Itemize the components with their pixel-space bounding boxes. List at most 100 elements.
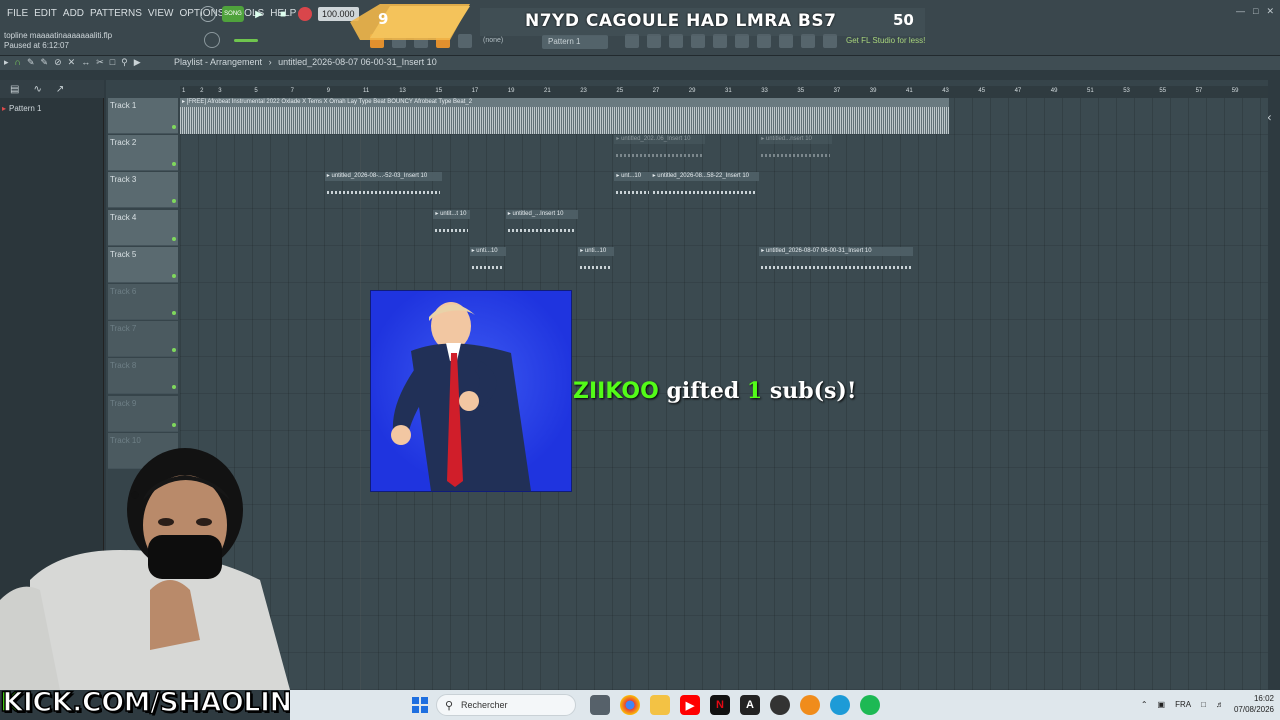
playback-tool-icon[interactable]: ▶	[134, 57, 141, 68]
slice-tool-icon[interactable]: ✂	[96, 57, 104, 68]
track-mute-led-icon[interactable]	[172, 385, 176, 390]
spotify-icon[interactable]	[860, 695, 880, 715]
audio-clip[interactable]: ▸ untitled_2026-08...58-22_Insert 10	[650, 172, 760, 208]
picker-patterns-icon[interactable]: ▤	[10, 84, 19, 95]
file-explorer-icon[interactable]	[650, 695, 670, 715]
track-header[interactable]: Track 5	[108, 246, 178, 283]
minimize-icon[interactable]: —	[1236, 6, 1245, 17]
ruler-bar-number: 43	[942, 88, 949, 94]
slip-tool-icon[interactable]: ↔	[81, 57, 90, 68]
zoom-tool-icon[interactable]: ⚲	[121, 57, 128, 68]
audio-clip[interactable]: ▸ [FREE] Afrobeat Instrumental 2022 Oxla…	[180, 98, 950, 134]
track-header[interactable]: Track 6	[108, 284, 178, 320]
volume-icon[interactable]: ♬	[1216, 700, 1224, 709]
picker-audio-icon[interactable]: ∿	[33, 84, 41, 95]
clock-time: 16:02	[1253, 694, 1274, 703]
fl-studio-icon[interactable]	[800, 695, 820, 715]
track-header[interactable]: Track 8	[108, 358, 178, 395]
menu-view[interactable]: VIEW	[145, 6, 177, 21]
clip-waveform	[759, 256, 913, 283]
tray-app-icon[interactable]: ▣	[1158, 700, 1166, 709]
audio-clip[interactable]: ▸ untitled_2026-08-07 06-00-31_Insert 10	[759, 246, 914, 283]
track-mute-led-icon[interactable]	[172, 422, 176, 427]
track-header[interactable]: Track 9	[108, 395, 178, 432]
language-indicator[interactable]: FRA	[1175, 700, 1191, 709]
netflix-icon[interactable]: N	[710, 695, 730, 715]
ruler-bar-number: 27	[652, 88, 660, 94]
obs-icon[interactable]	[770, 695, 790, 715]
ruler-bar-number: 39	[869, 88, 877, 94]
track-mute-led-icon[interactable]	[172, 162, 176, 167]
master-pitch-knob-icon[interactable]	[204, 32, 220, 48]
mute-tool-icon[interactable]: ✕	[68, 57, 76, 68]
ruler-bar-number: 11	[363, 88, 370, 94]
playlist-breadcrumb[interactable]: untitled_2026-08-07 06-00-31_Insert 10	[278, 57, 437, 67]
track-mute-led-icon[interactable]	[172, 199, 176, 204]
track-header[interactable]: Track 3	[108, 172, 178, 209]
chrome-icon[interactable]	[620, 695, 640, 715]
audio-clip[interactable]: ▸ untitled...nsert 10	[759, 135, 832, 171]
network-icon[interactable]: □	[1201, 700, 1206, 709]
ruler-bar-number: 49	[1050, 88, 1058, 94]
audio-clip[interactable]: ▸ unt...10	[614, 172, 651, 208]
menu-file[interactable]: FILE	[4, 6, 31, 21]
song-mode-button[interactable]: SONG	[222, 6, 244, 22]
track-mute-led-icon[interactable]	[172, 311, 176, 315]
audio-clip[interactable]: ▸ unti...10	[578, 246, 615, 283]
clip-label: ▸ unti...10	[469, 246, 506, 256]
metronome-dial-icon[interactable]	[200, 6, 216, 22]
ruler-bar-number: 3	[218, 88, 222, 94]
task-view-icon[interactable]	[590, 695, 610, 715]
timeline-ruler[interactable]: 1 2 3 5 7 9 11 13 15 17 19 21 23 25 27 29 31 33 35 37 39 41 43…	[180, 86, 1268, 98]
audio-clip[interactable]: ▸ untit...t 10	[433, 209, 470, 246]
gifter-username: ZIIKOO	[573, 379, 659, 404]
maximize-icon[interactable]: □	[1253, 6, 1258, 17]
audio-clip[interactable]: ▸ untitled_2026-08-...-52-03_Insert 10	[324, 172, 443, 208]
stop-icon[interactable]: ■	[274, 5, 292, 23]
clip-waveform	[325, 181, 443, 208]
track-mute-led-icon[interactable]	[172, 348, 176, 353]
record-icon[interactable]	[298, 7, 312, 21]
paint-tool-icon[interactable]: ✎	[41, 57, 49, 68]
ruler-bar-number: 5	[254, 88, 258, 94]
delete-tool-icon[interactable]: ⊘	[54, 57, 62, 68]
picker-automation-icon[interactable]: ↗	[56, 84, 64, 95]
audio-clip[interactable]: ▸ unti...10	[469, 246, 506, 283]
youtube-icon[interactable]: ▶	[680, 695, 700, 715]
ruler-bar-number: 15	[435, 88, 443, 94]
track-header[interactable]: Track 7	[108, 321, 178, 358]
menu-edit[interactable]: EDIT	[31, 6, 60, 21]
ruler-bar-number: 53	[1123, 88, 1130, 94]
track-header[interactable]: Track 4	[108, 209, 178, 246]
audio-clip[interactable]: ▸ untitled_...Insert 10	[505, 209, 579, 246]
menu-patterns[interactable]: PATTERNS	[87, 6, 145, 21]
clock-date: 07/08/2026	[1233, 705, 1274, 714]
ruler-bar-number: 13	[399, 88, 406, 94]
edge-icon[interactable]	[830, 695, 850, 715]
track-mute-led-icon[interactable]	[172, 273, 176, 278]
pattern-marker-icon: ▸	[2, 104, 7, 113]
playback-status: Paused at 6:12:07	[4, 41, 69, 50]
select-tool-icon[interactable]: □	[110, 57, 115, 68]
track-mute-led-icon[interactable]	[172, 236, 176, 241]
audio-clip[interactable]: ▸ untitled_202..06_Insert 10	[614, 135, 705, 171]
pencil-tool-icon[interactable]: ✎	[27, 57, 35, 68]
taskbar-search[interactable]: ⚲ Rechercher	[436, 694, 576, 716]
track-header[interactable]: Track 2	[108, 135, 178, 172]
tray-chevron-icon[interactable]: ⌃	[1141, 700, 1148, 709]
ruler-bar-number: 41	[906, 88, 913, 94]
taskbar-clock[interactable]: 16:02 07/08/2026	[1234, 693, 1274, 715]
magnet-snap-icon[interactable]: ∩	[15, 57, 21, 68]
play-icon[interactable]: ▶	[250, 5, 268, 23]
gift-verb: gifted	[666, 378, 740, 404]
menu-arrow-icon[interactable]: ▸	[4, 57, 9, 68]
menu-add[interactable]: ADD	[60, 6, 87, 21]
track-header[interactable]: Track 1	[108, 98, 178, 134]
adobe-app-icon[interactable]: A	[740, 695, 760, 715]
master-volume-slider[interactable]	[234, 39, 258, 42]
track-mute-led-icon[interactable]	[172, 125, 176, 129]
close-icon[interactable]: ✕	[1266, 6, 1274, 17]
picker-item-pattern-1[interactable]: ▸ Pattern 1	[2, 104, 41, 113]
clip-label: ▸ untitled...nsert 10	[759, 135, 832, 145]
start-button-icon[interactable]	[412, 697, 428, 713]
